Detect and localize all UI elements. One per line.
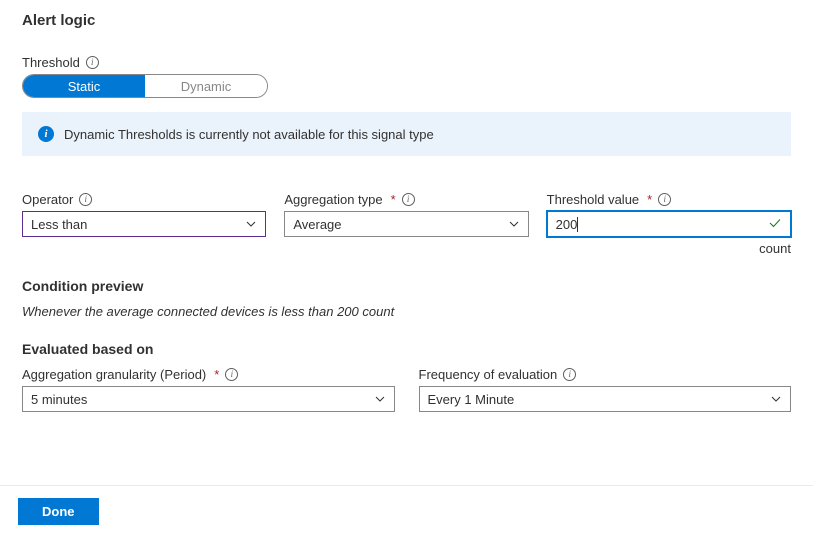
- threshold-segmented-control: Static Dynamic: [22, 74, 268, 98]
- required-indicator: *: [647, 192, 652, 207]
- footer: Done: [0, 485, 813, 537]
- info-icon: [38, 126, 54, 142]
- threshold-value-label-row: Threshold value *: [547, 192, 791, 207]
- threshold-value-unit: count: [547, 241, 791, 256]
- aggregation-granularity-label: Aggregation granularity (Period): [22, 367, 206, 382]
- threshold-value-label: Threshold value: [547, 192, 640, 207]
- aggregation-type-value: Average: [293, 217, 341, 232]
- frequency-label-row: Frequency of evaluation: [419, 367, 792, 382]
- operator-value: Less than: [31, 217, 87, 232]
- chevron-down-icon: [245, 218, 257, 230]
- threshold-label: Threshold: [22, 55, 80, 70]
- operator-label: Operator: [22, 192, 73, 207]
- evaluated-heading: Evaluated based on: [22, 341, 791, 357]
- frequency-label: Frequency of evaluation: [419, 367, 558, 382]
- frequency-dropdown[interactable]: Every 1 Minute: [419, 386, 792, 412]
- info-banner: Dynamic Thresholds is currently not avai…: [22, 112, 791, 156]
- threshold-option-static[interactable]: Static: [23, 75, 145, 97]
- required-indicator: *: [214, 367, 219, 382]
- frequency-value: Every 1 Minute: [428, 392, 515, 407]
- threshold-label-row: Threshold: [22, 55, 791, 70]
- condition-preview-heading: Condition preview: [22, 278, 791, 294]
- aggregation-type-label-row: Aggregation type *: [284, 192, 528, 207]
- done-button[interactable]: Done: [18, 498, 99, 525]
- aggregation-type-label: Aggregation type: [284, 192, 382, 207]
- aggregation-granularity-dropdown[interactable]: 5 minutes: [22, 386, 395, 412]
- chevron-down-icon: [374, 393, 386, 405]
- info-icon[interactable]: [225, 368, 238, 381]
- info-icon[interactable]: [658, 193, 671, 206]
- info-icon[interactable]: [86, 56, 99, 69]
- chevron-down-icon: [770, 393, 782, 405]
- threshold-value-text: 200: [556, 217, 768, 232]
- chevron-down-icon: [508, 218, 520, 230]
- condition-preview-text: Whenever the average connected devices i…: [22, 304, 791, 319]
- info-icon[interactable]: [402, 193, 415, 206]
- aggregation-granularity-label-row: Aggregation granularity (Period) *: [22, 367, 395, 382]
- required-indicator: *: [391, 192, 396, 207]
- info-banner-text: Dynamic Thresholds is currently not avai…: [64, 127, 434, 142]
- checkmark-icon: [768, 216, 782, 233]
- operator-dropdown[interactable]: Less than: [22, 211, 266, 237]
- operator-label-row: Operator: [22, 192, 266, 207]
- info-icon[interactable]: [79, 193, 92, 206]
- aggregation-granularity-value: 5 minutes: [31, 392, 87, 407]
- info-icon[interactable]: [563, 368, 576, 381]
- threshold-value-input[interactable]: 200: [547, 211, 791, 237]
- threshold-option-dynamic[interactable]: Dynamic: [145, 75, 267, 97]
- aggregation-type-dropdown[interactable]: Average: [284, 211, 528, 237]
- section-title: Alert logic: [22, 12, 791, 29]
